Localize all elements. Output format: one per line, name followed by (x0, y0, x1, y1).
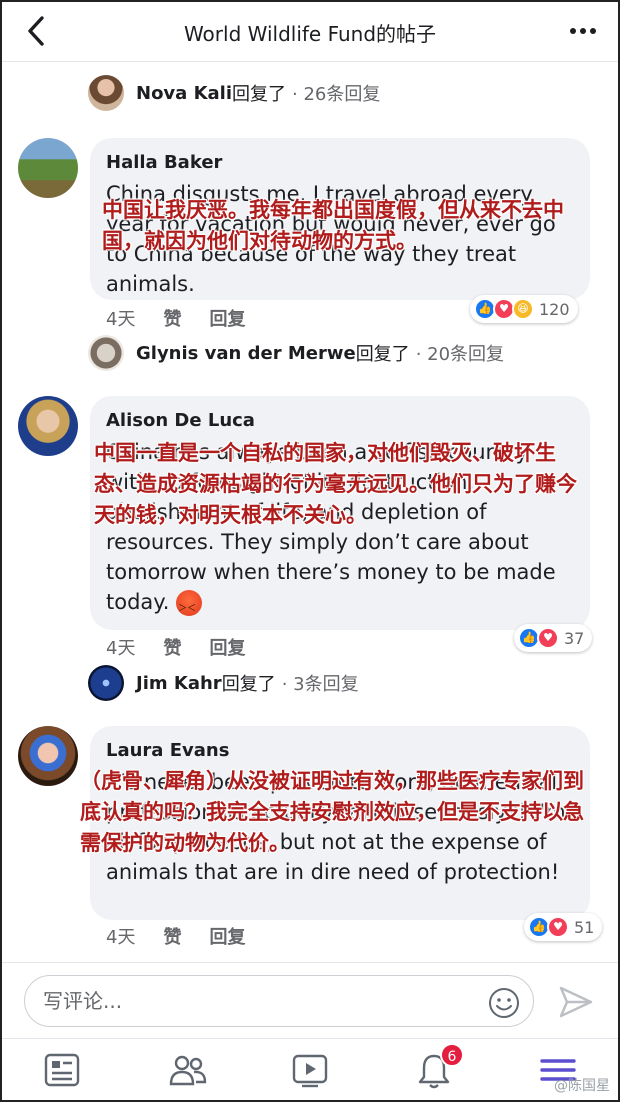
reply-summary[interactable]: Nova Kali 回复了 · 26条回复 (88, 75, 380, 111)
reaction-count: 120 (539, 299, 570, 319)
comment-author[interactable]: Halla Baker (106, 152, 574, 173)
top-bar: World Wildlife Fund的帖子 (0, 0, 620, 62)
reply-author[interactable]: Glynis van der Merwe (136, 343, 356, 364)
send-icon[interactable] (558, 985, 594, 1019)
avatar[interactable] (88, 75, 124, 111)
news-feed-icon[interactable] (42, 1051, 86, 1091)
reply-label: 回复了 (232, 84, 287, 105)
reaction-count: 51 (574, 917, 595, 937)
comment-author[interactable]: Laura Evans (106, 740, 574, 761)
comment-time: 4天 (106, 927, 136, 948)
reply-count[interactable]: · 26条回复 (292, 80, 380, 106)
reaction-summary[interactable]: 👍 ♥ 37 (514, 624, 593, 652)
more-dots-icon[interactable] (568, 16, 598, 46)
avatar[interactable] (18, 396, 78, 456)
friends-icon[interactable] (166, 1051, 210, 1091)
comment-actions: 4天 赞 回复 (106, 922, 273, 950)
comment-actions: 4天 赞 回复 (106, 633, 273, 661)
reply-button[interactable]: 回复 (209, 923, 245, 949)
avatar[interactable] (88, 665, 124, 701)
reply-label: 回复了 (355, 344, 410, 365)
reply-author[interactable]: Jim Kahr (136, 673, 222, 694)
reaction-summary[interactable]: 👍 ♥ 51 (524, 913, 603, 941)
bottom-nav: 6 (0, 1038, 620, 1102)
page-title: World Wildlife Fund的帖子 (183, 22, 437, 46)
reply-label: 回复了 (221, 674, 276, 695)
like-button[interactable]: 赞 (163, 305, 181, 331)
angry-emoji-icon (176, 590, 203, 624)
reply-button[interactable]: 回复 (209, 634, 245, 660)
comment-input[interactable]: 写评论... (24, 975, 534, 1027)
reply-summary[interactable]: Glynis van der Merwe 回复了 · 20条回复 (88, 335, 504, 371)
reply-button[interactable]: 回复 (209, 305, 245, 331)
translation-overlay: （虎骨、犀角）从没被证明过有效，那些医疗专家们到底认真的吗？我完全支持安慰剂效应… (80, 769, 584, 855)
emoji-picker-icon[interactable] (488, 987, 520, 1019)
watch-video-icon[interactable] (290, 1051, 334, 1091)
reply-count[interactable]: · 3条回复 (282, 670, 359, 696)
reaction-summary[interactable]: 👍 ♥ 😆 120 (470, 295, 578, 323)
watermark: @陈国星 (554, 1078, 610, 1094)
haha-reaction-icon: 😆 (512, 298, 534, 320)
reply-summary[interactable]: Jim Kahr 回复了 · 3条回复 (88, 665, 359, 701)
translation-overlay: 中国让我厌恶。我每年都出国度假，但从来不去中国，就因为他们对待动物的方式。 (102, 198, 564, 253)
comment-actions: 4天 赞 回复 (106, 304, 273, 332)
translation-overlay: 中国一直是一个自私的国家，对他们毁灭、破坏生态、造成资源枯竭的行为毫无远见。他们… (94, 441, 577, 527)
comment-time: 4天 (106, 638, 136, 659)
avatar[interactable] (18, 138, 78, 198)
like-button[interactable]: 赞 (163, 923, 181, 949)
comment-composer: 写评论... (0, 962, 620, 1038)
avatar[interactable] (18, 726, 78, 786)
reply-author[interactable]: Nova Kali (136, 83, 232, 104)
comment-time: 4天 (106, 309, 136, 330)
reaction-count: 37 (564, 628, 585, 648)
love-reaction-icon: ♥ (537, 627, 559, 649)
notification-badge: 6 (440, 1043, 464, 1067)
reply-count[interactable]: · 20条回复 (416, 340, 504, 366)
comment-author[interactable]: Alison De Luca (106, 410, 574, 431)
love-reaction-icon: ♥ (547, 916, 569, 938)
like-button[interactable]: 赞 (163, 634, 181, 660)
notifications-icon[interactable]: 6 (414, 1043, 464, 1091)
avatar[interactable] (88, 335, 124, 371)
